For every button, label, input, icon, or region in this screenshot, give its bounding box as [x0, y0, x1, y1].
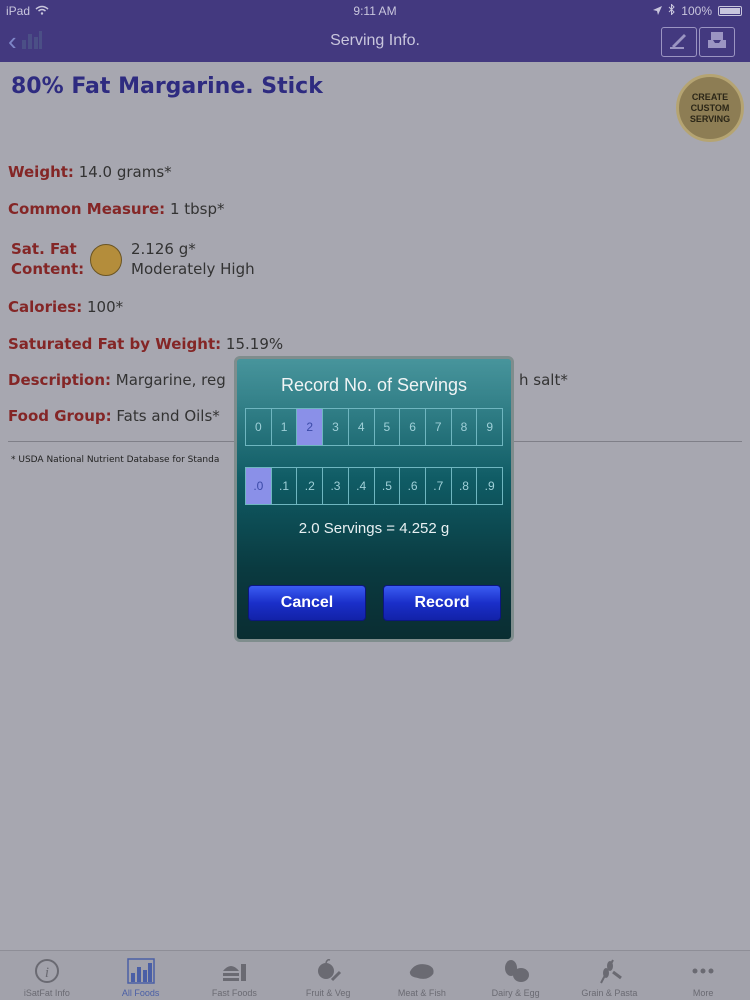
whole-digit-7[interactable]: 7: [426, 409, 452, 445]
calories-value: 100*: [87, 298, 124, 316]
steak-icon: [407, 956, 437, 986]
satfat-weight-row: Saturated Fat by Weight: 15.19%: [8, 335, 283, 353]
status-bar: iPad 9:11 AM 100%: [0, 0, 750, 22]
tab-grain-pasta[interactable]: Grain & Pasta: [563, 951, 657, 1000]
scale-button[interactable]: [661, 27, 697, 57]
tab-fast-foods[interactable]: Fast Foods: [188, 951, 282, 1000]
svg-text:i: i: [45, 965, 49, 981]
tab-fruit-veg[interactable]: Fruit & Veg: [281, 951, 375, 1000]
decimal-servings-picker: .0 .1 .2 .3 .4 .5 .6 .7 .8 .9: [245, 467, 503, 505]
tab-dairy-egg[interactable]: Dairy & Egg: [469, 951, 563, 1000]
tab-meat-fish[interactable]: Meat & Fish: [375, 951, 469, 1000]
whole-digit-5[interactable]: 5: [375, 409, 401, 445]
description-label: Description:: [8, 371, 112, 389]
tab-bar: i iSatFat Info All Foods Fast Foods Frui…: [0, 950, 750, 1000]
tray-button[interactable]: [699, 27, 735, 57]
servings-summary: 2.0 Servings = 4.252 g: [298, 520, 450, 537]
custom-badge-label: CREATE CUSTOM SERVING: [689, 91, 731, 124]
whole-servings-picker: 0 1 2 3 4 5 6 7 8 9: [245, 408, 503, 446]
pencil-scale-icon: [668, 30, 690, 54]
footnote: * USDA National Nutrient Database for St…: [11, 455, 220, 465]
bluetooth-icon: [668, 3, 676, 18]
decimal-digit-4[interactable]: .4: [349, 468, 375, 504]
calories-label: Calories:: [8, 298, 83, 316]
satfat-value: 2.126 g* Moderately High: [131, 240, 255, 278]
satfat-weight-label: Saturated Fat by Weight:: [8, 335, 222, 353]
decimal-digit-8[interactable]: .8: [452, 468, 478, 504]
common-measure-label: Common Measure:: [8, 200, 166, 218]
nav-bar: ‹ Serving Info.: [0, 22, 750, 62]
tab-more[interactable]: More: [656, 951, 750, 1000]
decimal-digit-9[interactable]: .9: [477, 468, 502, 504]
weight-row: Weight: 14.0 grams*: [8, 163, 172, 181]
satfat-weight-value: 15.19%: [225, 335, 284, 353]
cancel-button[interactable]: Cancel: [248, 585, 366, 621]
create-custom-serving-button[interactable]: CREATE CUSTOM SERVING: [676, 74, 744, 142]
tab-all-foods[interactable]: All Foods: [94, 951, 188, 1000]
whole-digit-3[interactable]: 3: [323, 409, 349, 445]
decimal-digit-2[interactable]: .2: [297, 468, 324, 504]
burger-icon: [219, 956, 249, 986]
decimal-digit-3[interactable]: .3: [323, 468, 349, 504]
description-row: Description: Margarine, reg: [8, 371, 226, 389]
weight-value: 14.0 grams*: [78, 163, 172, 181]
decimal-digit-7[interactable]: .7: [426, 468, 452, 504]
food-title: 80% Fat Margarine. Stick: [11, 74, 323, 99]
food-group-value: Fats and Oils*: [116, 407, 220, 425]
tab-isatfat-info[interactable]: i iSatFat Info: [0, 951, 94, 1000]
record-button[interactable]: Record: [383, 585, 501, 621]
common-measure-row: Common Measure: 1 tbsp*: [8, 200, 225, 218]
whole-digit-2[interactable]: 2: [297, 409, 324, 445]
decimal-digit-0[interactable]: .0: [246, 468, 272, 504]
description-value-tail: h salt*: [519, 371, 568, 389]
decimal-digit-5[interactable]: .5: [375, 468, 401, 504]
whole-digit-4[interactable]: 4: [349, 409, 375, 445]
record-servings-dialog: Record No. of Servings 0 1 2 3 4 5 6 7 8…: [234, 356, 514, 642]
location-icon: [653, 4, 663, 18]
common-measure-value: 1 tbsp*: [169, 200, 225, 218]
calories-row: Calories: 100*: [8, 298, 123, 316]
battery-percent: 100%: [681, 4, 712, 18]
decimal-digit-1[interactable]: .1: [272, 468, 298, 504]
satfat-label: Sat. Fat Content:: [11, 240, 85, 278]
whole-digit-9[interactable]: 9: [477, 409, 502, 445]
battery-icon: [718, 6, 742, 16]
dialog-title: Record No. of Servings: [280, 375, 468, 395]
more-icon: [688, 956, 718, 986]
status-right: 100%: [653, 3, 742, 18]
inbox-icon: [706, 30, 728, 54]
apple-icon: [313, 956, 343, 986]
whole-digit-6[interactable]: 6: [400, 409, 426, 445]
page-title: Serving Info.: [330, 32, 420, 49]
weight-label: Weight:: [8, 163, 74, 181]
decimal-digit-6[interactable]: .6: [400, 468, 426, 504]
satfat-indicator-icon: [90, 244, 122, 276]
egg-icon: [501, 956, 531, 986]
whole-digit-8[interactable]: 8: [452, 409, 478, 445]
whole-digit-0[interactable]: 0: [246, 409, 272, 445]
wheat-icon: [594, 956, 624, 986]
bar-chart-icon: [126, 956, 156, 986]
whole-digit-1[interactable]: 1: [272, 409, 298, 445]
info-icon: i: [32, 956, 62, 986]
description-value: Margarine, reg: [115, 371, 226, 389]
food-group-label: Food Group:: [8, 407, 112, 425]
food-group-row: Food Group: Fats and Oils*: [8, 407, 220, 425]
status-time: 9:11 AM: [353, 4, 397, 18]
